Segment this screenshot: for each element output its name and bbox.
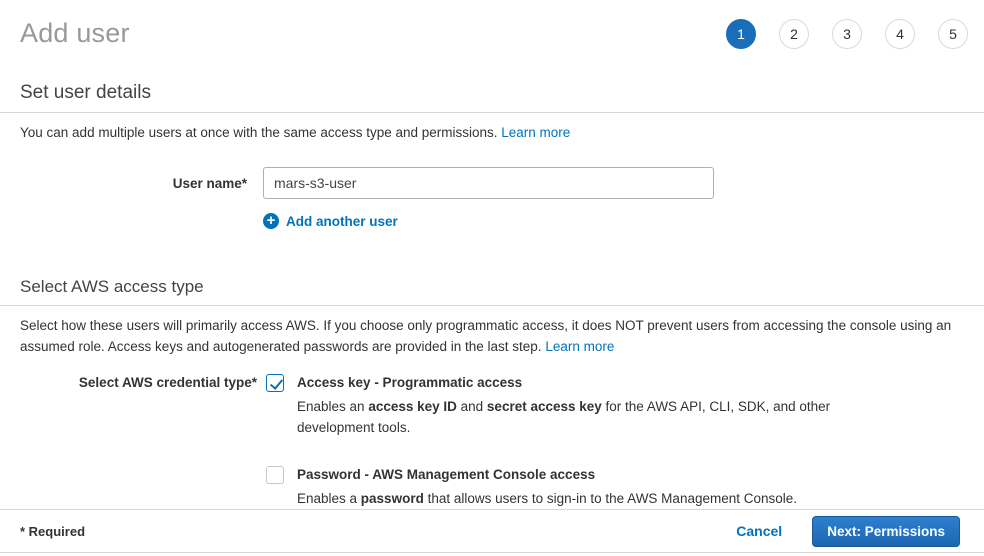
wizard-footer: * Required Cancel Next: Permissions [0,509,984,553]
password-option-text: Password - AWS Management Console access… [297,466,797,509]
password-checkbox[interactable] [266,466,284,484]
access-key-option-desc: Enables an access key ID and secret acce… [297,396,857,438]
access-type-intro: Select how these users will primarily ac… [0,306,984,357]
user-details-learn-more-link[interactable]: Learn more [501,125,570,140]
password-option-title: Password - AWS Management Console access [297,466,797,484]
username-input[interactable] [263,167,714,199]
credential-options: Access key - Programmatic access Enables… [266,374,857,509]
next-permissions-button[interactable]: Next: Permissions [812,516,960,547]
add-user-page: Add user 1 2 3 4 5 Set user details You … [0,0,984,556]
user-details-intro-text: You can add multiple users at once with … [20,125,501,140]
username-label: User name* [20,176,247,191]
page-title: Add user [20,18,130,49]
desc-bold-text: secret access key [487,399,602,414]
user-details-intro: You can add multiple users at once with … [0,113,984,143]
footer-actions: Cancel Next: Permissions [736,516,960,547]
credential-type-block: Select AWS credential type* Access key -… [0,374,984,509]
step-2-indicator: 2 [779,19,809,49]
access-key-option-text: Access key - Programmatic access Enables… [297,374,857,438]
desc-text: Enables an [297,399,368,414]
username-field-row: User name* [0,167,984,199]
add-another-user-button[interactable]: Add another user [263,213,984,229]
step-1-indicator: 1 [726,19,756,49]
add-another-user-label: Add another user [286,214,398,229]
desc-bold-text: access key ID [368,399,457,414]
step-3-indicator: 3 [832,19,862,49]
password-option-desc: Enables a password that allows users to … [297,488,797,509]
access-key-option-title: Access key - Programmatic access [297,374,857,392]
access-key-checkbox[interactable] [266,374,284,392]
required-note: * Required [20,524,85,539]
add-circle-icon [263,213,279,229]
password-option-row: Password - AWS Management Console access… [266,466,857,509]
step-5-indicator: 5 [938,19,968,49]
cancel-button[interactable]: Cancel [736,523,782,539]
page-header: Add user 1 2 3 4 5 [0,0,984,49]
set-user-details-heading: Set user details [0,82,984,104]
desc-text: Enables a [297,491,361,506]
desc-bold-text: password [361,491,424,506]
access-type-intro-text: Select how these users will primarily ac… [20,318,951,354]
wizard-step-indicator: 1 2 3 4 5 [726,19,968,49]
credential-type-label: Select AWS credential type* [20,374,257,390]
access-type-learn-more-link[interactable]: Learn more [545,339,614,354]
access-key-option-row: Access key - Programmatic access Enables… [266,374,857,438]
step-4-indicator: 4 [885,19,915,49]
desc-text: that allows users to sign-in to the AWS … [424,491,797,506]
select-access-type-heading: Select AWS access type [0,277,984,297]
desc-text: and [457,399,487,414]
